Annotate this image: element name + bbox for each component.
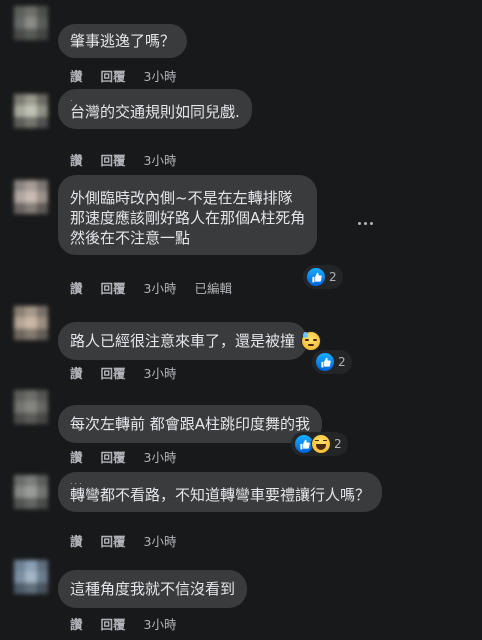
reply-button[interactable]: 回覆	[101, 614, 126, 633]
reply-button[interactable]: 回覆	[101, 531, 126, 550]
comment-bubble: 路人已經很注意來車了，還是被撞	[58, 322, 308, 360]
like-button[interactable]: 讚	[70, 447, 83, 466]
comment-actions: 讚 回覆 3小時	[70, 531, 190, 550]
comment-text: 這種角度我就不信沒看到	[70, 580, 236, 598]
comment-text: 轉彎都不看路，不知道轉彎車要禮讓行人嗎？	[70, 486, 371, 504]
reply-button[interactable]: 回覆	[101, 150, 126, 169]
avatar[interactable]	[14, 390, 48, 424]
reaction-summary[interactable]: 2	[293, 434, 346, 454]
avatar[interactable]	[14, 306, 48, 340]
comment-text: 路人已經很注意來車了，還是被撞	[70, 332, 296, 350]
reaction-count: 2	[329, 270, 337, 284]
timestamp[interactable]: 3小時	[144, 531, 177, 550]
avatar[interactable]	[14, 94, 48, 128]
avatar[interactable]	[14, 180, 48, 214]
comment-bubble: 外側臨時改內側~不是在左轉排隊 那速度應該剛好路人在那個A柱死角 然後在不注意一…	[58, 175, 318, 255]
comment-text: 外側臨時改內側~不是在左轉排隊	[70, 189, 293, 207]
comment-text: 台灣的交通規則如同兒戲.	[70, 103, 240, 121]
like-button[interactable]: 讚	[70, 150, 83, 169]
comment-bubble: 每次左轉前 都會跟A柱跳印度舞的我	[58, 405, 323, 443]
reply-button[interactable]: 回覆	[101, 278, 126, 297]
more-options-icon[interactable]	[358, 218, 376, 228]
comment-actions: 讚 回覆 3小時 已編輯	[70, 278, 246, 297]
timestamp[interactable]: 3小時	[144, 363, 177, 382]
comment-text: 然後在不注意一點	[70, 229, 191, 247]
like-button[interactable]: 讚	[70, 531, 83, 550]
timestamp[interactable]: 3小時	[144, 447, 177, 466]
like-icon	[315, 352, 335, 372]
timestamp[interactable]: 3小時	[144, 66, 177, 85]
like-icon	[306, 267, 326, 287]
comment-actions: 讚 回覆 3小時	[70, 150, 190, 169]
avatar[interactable]	[14, 475, 48, 509]
avatar[interactable]	[14, 6, 48, 40]
reply-button[interactable]: 回覆	[101, 447, 126, 466]
timestamp[interactable]: 3小時	[144, 614, 177, 633]
sweat-smile-icon	[301, 331, 321, 351]
like-button[interactable]: 讚	[70, 363, 83, 382]
comment-text: 每次左轉前 都會跟A柱跳印度舞的我	[70, 415, 311, 433]
reaction-summary[interactable]: 2	[314, 352, 350, 372]
comment-bubble: 肇事逃逸了嗎？	[58, 24, 188, 58]
timestamp[interactable]: 3小時	[144, 150, 177, 169]
like-button[interactable]: 讚	[70, 278, 83, 297]
comment-bubble: ... 轉彎都不看路，不知道轉彎車要禮讓行人嗎？	[58, 472, 383, 512]
comment-bubble: . 台灣的交通規則如同兒戲.	[58, 89, 252, 129]
comment-bubble: 這種角度我就不信沒看到	[58, 570, 248, 608]
comment-text: 那速度應該剛好路人在那個A柱死角	[70, 209, 306, 227]
reaction-summary[interactable]: 2	[305, 267, 341, 287]
comment-actions: 讚 回覆 3小時	[70, 614, 190, 633]
avatar[interactable]	[14, 560, 48, 594]
reply-button[interactable]: 回覆	[101, 363, 126, 382]
reply-button[interactable]: 回覆	[101, 66, 126, 85]
comment-actions: 讚 回覆 3小時	[70, 447, 190, 466]
comment-text: 肇事逃逸了嗎？	[70, 32, 176, 50]
timestamp[interactable]: 3小時	[144, 278, 177, 297]
reaction-count: 2	[338, 355, 346, 369]
reaction-count: 2	[334, 437, 342, 451]
comment-actions: 讚 回覆 3小時	[70, 66, 190, 85]
like-button[interactable]: 讚	[70, 614, 83, 633]
comment-actions: 讚 回覆 3小時	[70, 363, 190, 382]
haha-icon	[311, 434, 331, 454]
reaction-summary[interactable]	[300, 331, 325, 351]
edited-label[interactable]: 已編輯	[194, 278, 232, 297]
like-button[interactable]: 讚	[70, 66, 83, 85]
